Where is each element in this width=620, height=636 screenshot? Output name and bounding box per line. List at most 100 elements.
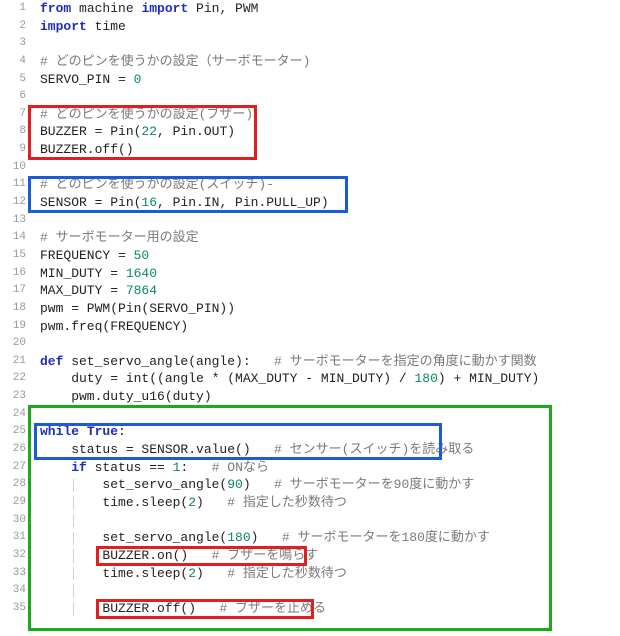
- token-id: set_servo_angle(: [40, 477, 227, 492]
- token-id: , Pin.OUT): [157, 124, 235, 139]
- token-kw: from: [40, 1, 71, 16]
- token-num: 1640: [126, 266, 157, 281]
- token-num: 2: [188, 495, 196, 510]
- token-cm: # 指定した秒数待つ: [227, 566, 347, 581]
- token-id: time: [87, 19, 126, 34]
- line-number: 23: [0, 388, 26, 406]
- token-id: SENSOR = Pin(: [40, 195, 141, 210]
- code-line: def set_servo_angle(angle): # サーボモーターを指定…: [40, 353, 620, 371]
- code-line: set_servo_angle(180) # サーボモーターを180度に動かす: [40, 529, 620, 547]
- token-id: machine: [71, 1, 141, 16]
- code-line: from machine import Pin, PWM: [40, 0, 620, 18]
- token-id: FREQUENCY =: [40, 248, 134, 263]
- code-line: if status == 1: # ONなら: [40, 459, 620, 477]
- code-line: # サーボモーター用の設定: [40, 229, 620, 247]
- token-cm: # ブザーを鳴らす: [212, 548, 318, 563]
- line-number: 15: [0, 247, 26, 265]
- line-number: 2: [0, 18, 26, 36]
- token-id: pwm.duty_u16(duty): [40, 389, 212, 404]
- token-num: 180: [227, 530, 250, 545]
- token-num: 50: [134, 248, 150, 263]
- token-id: set_servo_angle(angle):: [63, 354, 274, 369]
- code-line: [40, 159, 620, 177]
- token-id: time.sleep(: [40, 566, 188, 581]
- line-number: 16: [0, 265, 26, 283]
- code-line: [40, 35, 620, 53]
- code-line: BUZZER.on() # ブザーを鳴らす: [40, 547, 620, 565]
- line-number: 10: [0, 159, 26, 177]
- token-id: BUZZER.off(): [40, 601, 219, 616]
- line-number: 27: [0, 459, 26, 477]
- token-id: MIN_DUTY =: [40, 266, 126, 281]
- code-area: from machine import Pin, PWMimport time#…: [32, 0, 620, 617]
- token-id: Pin, PWM: [188, 1, 258, 16]
- line-number: 8: [0, 123, 26, 141]
- token-cm: # サーボモーター用の設定: [40, 230, 199, 245]
- token-num: 180: [414, 371, 437, 386]
- code-line: SENSOR = Pin(16, Pin.IN, Pin.PULL_UP): [40, 194, 620, 212]
- line-number: 4: [0, 53, 26, 71]
- token-id: ): [196, 495, 227, 510]
- token-num: 16: [141, 195, 157, 210]
- token-id: pwm.freq(FREQUENCY): [40, 319, 188, 334]
- line-number: 30: [0, 512, 26, 530]
- token-id: [79, 424, 87, 439]
- code-line: # どのピンを使うかの設定(ブザー): [40, 106, 620, 124]
- token-id: SERVO_PIN =: [40, 72, 134, 87]
- line-number: 29: [0, 494, 26, 512]
- line-number: 33: [0, 565, 26, 583]
- token-id: ): [243, 477, 274, 492]
- line-number: 35: [0, 600, 26, 618]
- line-number-gutter: 1234567891011121314151617181920212223242…: [0, 0, 32, 617]
- token-cm: # サーボモーターを指定の角度に動かす関数: [274, 354, 537, 369]
- token-id: pwm = PWM(Pin(SERVO_PIN)): [40, 301, 235, 316]
- token-id: , Pin.IN, Pin.PULL_UP): [157, 195, 329, 210]
- code-line: FREQUENCY = 50: [40, 247, 620, 265]
- token-num: 7864: [126, 283, 157, 298]
- token-id: set_servo_angle(: [40, 530, 227, 545]
- line-number: 18: [0, 300, 26, 318]
- line-number: 20: [0, 335, 26, 353]
- code-line: status = SENSOR.value() # センサー(スイッチ)を読み取…: [40, 441, 620, 459]
- code-line: # どのピンを使うかの設定（サーボモーター): [40, 53, 620, 71]
- token-cm: # どのピンを使うかの設定(スイッチ)-: [40, 177, 274, 192]
- line-number: 3: [0, 35, 26, 53]
- token-id: BUZZER = Pin(: [40, 124, 141, 139]
- token-id: BUZZER.on(): [40, 548, 212, 563]
- line-number: 6: [0, 88, 26, 106]
- line-number: 13: [0, 212, 26, 230]
- token-kw: import: [40, 19, 87, 34]
- code-line: MAX_DUTY = 7864: [40, 282, 620, 300]
- code-line: set_servo_angle(90) # サーボモーターを90度に動かす: [40, 476, 620, 494]
- code-line: [40, 582, 620, 600]
- line-number: 26: [0, 441, 26, 459]
- code-line: time.sleep(2) # 指定した秒数待つ: [40, 494, 620, 512]
- token-id: MAX_DUTY =: [40, 283, 126, 298]
- code-line: BUZZER = Pin(22, Pin.OUT): [40, 123, 620, 141]
- line-number: 1: [0, 0, 26, 18]
- token-id: [40, 460, 71, 475]
- token-num: 2: [188, 566, 196, 581]
- line-number: 25: [0, 423, 26, 441]
- code-line: # どのピンを使うかの設定(スイッチ)-: [40, 176, 620, 194]
- token-cm: # センサー(スイッチ)を読み取る: [274, 442, 474, 457]
- line-number: 7: [0, 106, 26, 124]
- token-kw: if: [71, 460, 87, 475]
- code-line: [40, 335, 620, 353]
- code-line: pwm.freq(FREQUENCY): [40, 318, 620, 336]
- line-number: 9: [0, 141, 26, 159]
- code-line: [40, 212, 620, 230]
- code-line: MIN_DUTY = 1640: [40, 265, 620, 283]
- token-num: 90: [227, 477, 243, 492]
- line-number: 32: [0, 547, 26, 565]
- line-number: 5: [0, 71, 26, 89]
- line-number: 21: [0, 353, 26, 371]
- token-cm: # ONなら: [212, 460, 269, 475]
- token-id: time.sleep(: [40, 495, 188, 510]
- code-line: import time: [40, 18, 620, 36]
- token-num: 0: [134, 72, 142, 87]
- line-number: 34: [0, 582, 26, 600]
- token-id: :: [180, 460, 211, 475]
- line-number: 31: [0, 529, 26, 547]
- token-cm: # 指定した秒数待つ: [227, 495, 347, 510]
